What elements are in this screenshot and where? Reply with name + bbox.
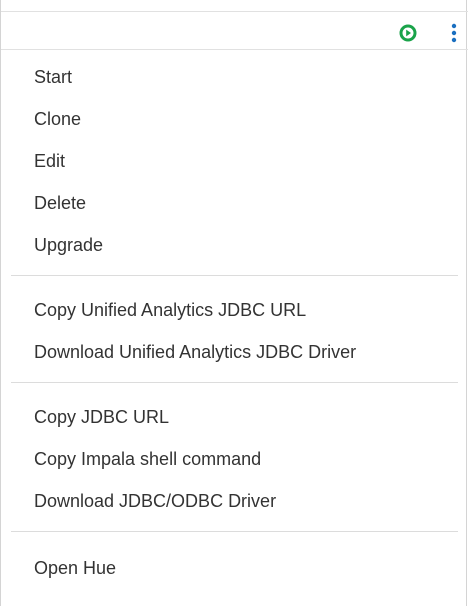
menu-divider [11, 382, 458, 383]
menu-group-jdbc: Copy JDBC URL Copy Impala shell command … [1, 392, 468, 522]
menu-item-upgrade[interactable]: Upgrade [1, 224, 468, 266]
menu-divider [11, 531, 458, 532]
menu-item-delete[interactable]: Delete [1, 182, 468, 224]
menu-item-copy-impala-shell-command[interactable]: Copy Impala shell command [1, 438, 468, 480]
menu-divider [11, 275, 458, 276]
actions-dropdown: Start Clone Edit Delete Upgrade Copy Uni… [0, 0, 468, 606]
menu-group-lifecycle: Start Clone Edit Delete Upgrade [1, 51, 468, 266]
menu-item-start[interactable]: Start [1, 56, 468, 98]
menu-item-edit[interactable]: Edit [1, 140, 468, 182]
menu-group-hue: Open Hue [1, 541, 468, 589]
dropdown-header [1, 11, 468, 50]
actions-menu: Start Clone Edit Delete Upgrade Copy Uni… [1, 51, 468, 589]
menu-item-download-unified-jdbc-driver[interactable]: Download Unified Analytics JDBC Driver [1, 331, 468, 373]
menu-item-copy-unified-jdbc-url[interactable]: Copy Unified Analytics JDBC URL [1, 289, 468, 331]
menu-item-open-hue[interactable]: Open Hue [1, 547, 468, 589]
kebab-menu-icon[interactable] [450, 23, 458, 43]
menu-item-clone[interactable]: Clone [1, 98, 468, 140]
menu-group-unified-analytics: Copy Unified Analytics JDBC URL Download… [1, 285, 468, 373]
menu-item-download-jdbc-odbc-driver[interactable]: Download JDBC/ODBC Driver [1, 480, 468, 522]
play-circle-icon[interactable] [399, 24, 417, 42]
menu-item-copy-jdbc-url[interactable]: Copy JDBC URL [1, 396, 468, 438]
